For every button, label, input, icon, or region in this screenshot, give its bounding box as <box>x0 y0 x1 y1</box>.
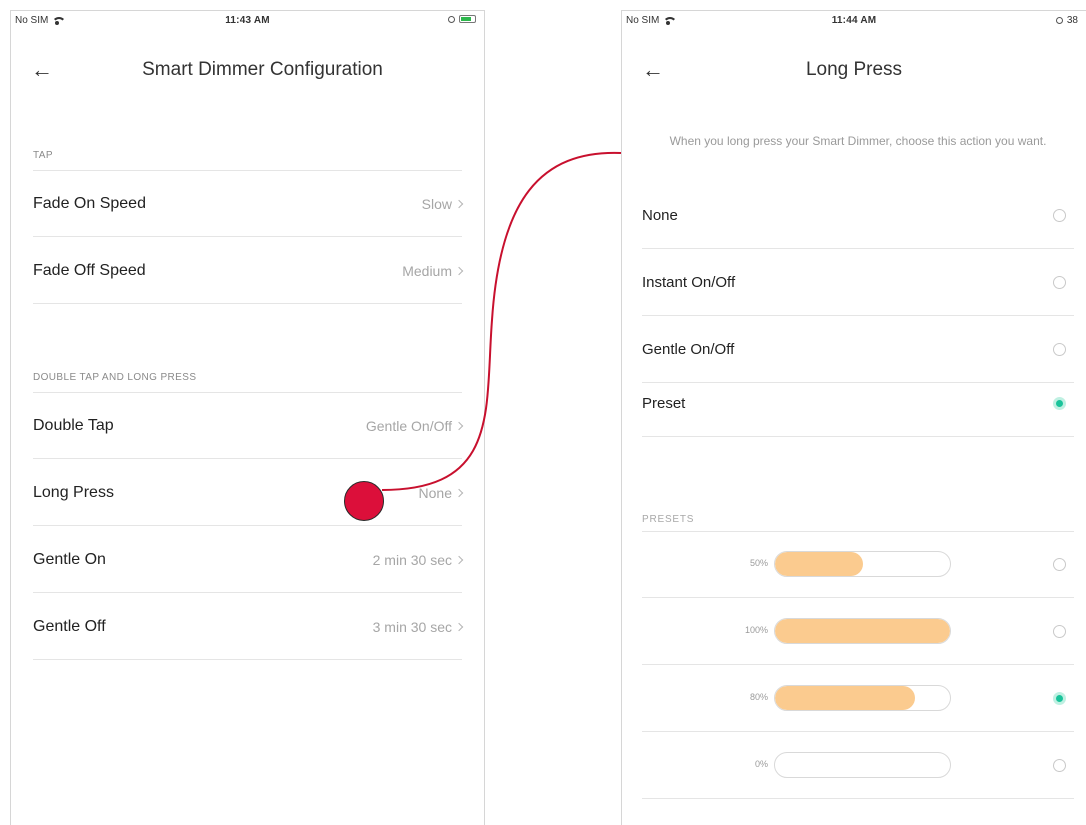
radio-button[interactable] <box>1053 625 1066 638</box>
chevron-right-icon <box>454 421 464 431</box>
row-value-group: None <box>418 485 464 501</box>
status-bar: No SIM 11:44 AM 38 <box>622 11 1086 31</box>
config-screen: No SIM 11:43 AM ← Smart Dimmer Configura… <box>10 10 485 825</box>
option-instant-on-off[interactable]: Instant On/Off <box>642 250 1074 316</box>
option-label: Instant On/Off <box>642 274 736 291</box>
orientation-lock-icon <box>448 15 455 23</box>
preset-row-4[interactable]: 0% <box>642 733 1074 799</box>
radio-button[interactable] <box>1053 209 1066 222</box>
preset-level-fill <box>775 686 915 710</box>
battery-percent: 38 <box>1066 15 1078 26</box>
row-value-group: Slow <box>421 196 464 212</box>
row-gentle-off[interactable]: Gentle Off 3 min 30 sec <box>33 594 464 660</box>
tap-marker <box>344 481 384 521</box>
preset-level-bar[interactable] <box>774 551 951 577</box>
row-label: Gentle Off <box>33 618 106 635</box>
row-value: Gentle On/Off <box>365 418 452 434</box>
preset-percent: 0% <box>754 759 768 769</box>
page-title: Long Press <box>805 59 903 80</box>
row-fade-off-speed[interactable]: Fade Off Speed Medium <box>33 238 464 304</box>
chevron-right-icon <box>454 622 464 632</box>
chevron-right-icon <box>454 199 464 209</box>
chevron-right-icon <box>454 266 464 276</box>
option-label: None <box>642 207 678 224</box>
preset-level-bar[interactable] <box>774 618 951 644</box>
row-label: Fade On Speed <box>33 195 146 212</box>
preset-percent: 50% <box>749 558 768 568</box>
chevron-right-icon <box>454 488 464 498</box>
preset-level-bar[interactable] <box>774 685 951 711</box>
radio-button[interactable] <box>1053 343 1066 356</box>
presets-header: PRESETS <box>642 514 695 525</box>
preset-row-3[interactable]: 80% <box>642 666 1074 732</box>
radio-button[interactable] <box>1053 397 1066 410</box>
section-header-double-tap-long-press: DOUBLE TAP AND LONG PRESS <box>33 372 197 383</box>
chevron-right-icon <box>454 555 464 565</box>
preset-percent: 100% <box>744 625 768 635</box>
row-label: Gentle On <box>33 551 106 568</box>
radio-button[interactable] <box>1053 558 1066 571</box>
row-value: Slow <box>421 196 452 212</box>
nav-bar: ← Smart Dimmer Configuration <box>11 49 484 93</box>
option-preset[interactable]: Preset <box>642 371 1074 437</box>
row-label: Fade Off Speed <box>33 262 146 279</box>
orientation-lock-icon <box>1055 17 1063 24</box>
row-double-tap[interactable]: Double Tap Gentle On/Off <box>33 393 464 459</box>
nav-bar: ← Long Press <box>622 49 1086 93</box>
option-label: Preset <box>642 395 686 412</box>
row-value: 2 min 30 sec <box>372 552 452 568</box>
preset-level-fill <box>775 619 950 643</box>
long-press-screen: No SIM 11:44 AM 38 ← Long Press When you… <box>621 10 1086 825</box>
status-time: 11:43 AM <box>225 15 270 26</box>
radio-button[interactable] <box>1053 692 1066 705</box>
status-bar: No SIM 11:43 AM <box>11 11 484 31</box>
option-none[interactable]: None <box>642 183 1074 249</box>
preset-level-bar[interactable] <box>774 752 951 778</box>
preset-level-fill <box>775 552 863 576</box>
intro-text: When you long press your Smart Dimmer, c… <box>669 134 1047 148</box>
status-time: 11:44 AM <box>831 15 877 26</box>
preset-row-2[interactable]: 100% <box>642 599 1074 665</box>
preset-percent: 80% <box>749 692 768 702</box>
row-value-group: Medium <box>402 263 464 279</box>
row-value: Medium <box>402 263 452 279</box>
row-value: 3 min 30 sec <box>372 619 452 635</box>
section-header-tap: TAP <box>33 150 53 161</box>
row-value-group: Gentle On/Off <box>365 418 464 434</box>
page-title: Smart Dimmer Configuration <box>142 59 383 80</box>
preset-row-1[interactable]: 50% <box>642 532 1074 598</box>
radio-button[interactable] <box>1053 759 1066 772</box>
row-label: Long Press <box>33 484 114 501</box>
row-value: None <box>418 485 452 501</box>
battery-group: 38 <box>1055 15 1078 26</box>
row-fade-on-speed[interactable]: Fade On Speed Slow <box>33 171 464 237</box>
row-long-press[interactable]: Long Press None <box>33 460 464 526</box>
row-value-group: 3 min 30 sec <box>372 619 464 635</box>
row-label: Double Tap <box>33 417 114 434</box>
row-gentle-on[interactable]: Gentle On 2 min 30 sec <box>33 527 464 593</box>
battery-group <box>448 15 476 23</box>
row-value-group: 2 min 30 sec <box>372 552 464 568</box>
option-label: Gentle On/Off <box>642 341 735 358</box>
radio-button[interactable] <box>1053 276 1066 289</box>
battery-icon <box>459 15 476 23</box>
